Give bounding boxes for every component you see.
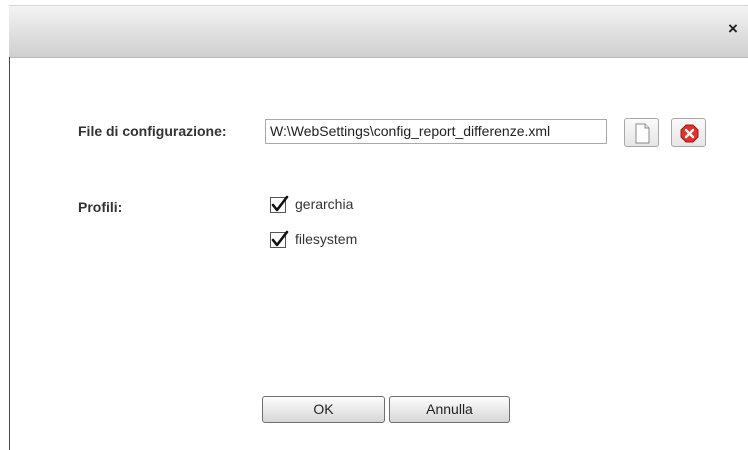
dialog-left-border (9, 57, 10, 450)
checkmark-icon (271, 195, 289, 212)
config-file-field[interactable]: W:\WebSettings\config_report_differenze.… (265, 119, 607, 144)
config-file-label: File di configurazione: (78, 123, 227, 139)
checkbox[interactable] (270, 195, 289, 213)
config-dialog: × File di configurazione: W:\WebSettings… (0, 0, 748, 450)
profile-label-gerarchia: gerarchia (295, 196, 354, 212)
new-file-button[interactable] (624, 118, 659, 147)
ok-button[interactable]: OK (262, 396, 385, 423)
remove-file-button[interactable] (671, 118, 706, 147)
document-icon (635, 123, 650, 144)
close-button[interactable]: × (724, 18, 742, 40)
checkmark-icon (271, 230, 289, 247)
profile-label-filesystem: filesystem (295, 231, 358, 247)
checkbox[interactable] (270, 230, 289, 248)
dialog-titlebar[interactable]: × (9, 5, 748, 58)
cancel-button[interactable]: Annulla (389, 396, 510, 423)
remove-icon (680, 124, 699, 143)
profiles-label: Profili: (78, 199, 123, 215)
